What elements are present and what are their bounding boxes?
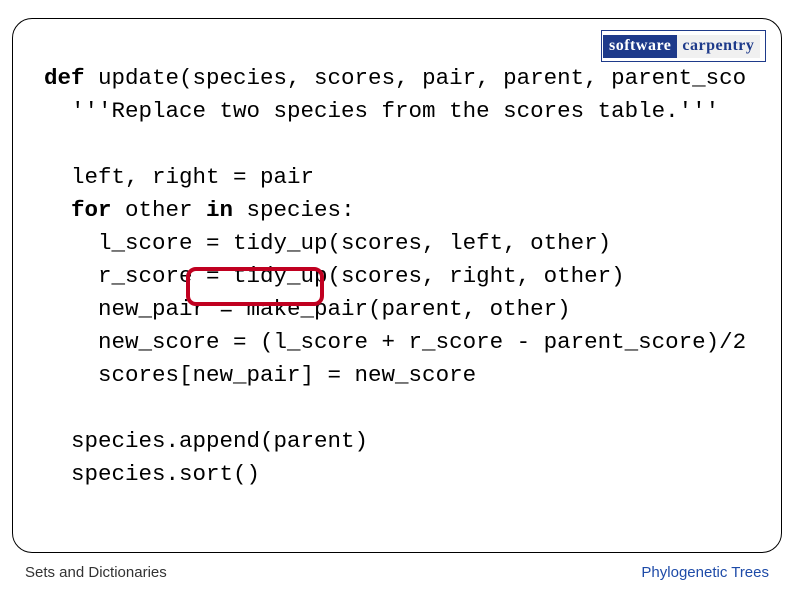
logo: software carpentry bbox=[601, 30, 766, 62]
code-line-1: update(species, scores, pair, parent, pa… bbox=[85, 65, 747, 91]
keyword-in: in bbox=[206, 197, 233, 223]
keyword-def: def bbox=[44, 65, 85, 91]
code-line-4-rest: species: bbox=[233, 197, 355, 223]
code-line-5: l_score = tidy_up(scores, left, other) bbox=[44, 230, 611, 256]
code-line-11: species.sort() bbox=[44, 461, 260, 487]
logo-right-text: carpentry bbox=[677, 35, 760, 58]
code-line-8: new_score = (l_score + r_score - parent_… bbox=[44, 329, 746, 355]
highlight-ring bbox=[186, 267, 324, 306]
code-line-9: scores[new_pair] = new_score bbox=[44, 362, 476, 388]
code-line-6: r_score = tidy_up(scores, right, other) bbox=[44, 263, 625, 289]
code-line-4-mid: other bbox=[112, 197, 207, 223]
footer-right: Phylogenetic Trees bbox=[641, 564, 769, 581]
code-line-3: left, right = pair bbox=[44, 164, 314, 190]
code-block: def update(species, scores, pair, parent… bbox=[44, 62, 746, 491]
code-line-10: species.append(parent) bbox=[44, 428, 368, 454]
footer-left: Sets and Dictionaries bbox=[25, 564, 167, 581]
code-line-2: '''Replace two species from the scores t… bbox=[44, 98, 719, 124]
slide-container: software carpentry def update(species, s… bbox=[0, 0, 794, 595]
logo-left-text: software bbox=[603, 35, 677, 58]
keyword-for: for bbox=[44, 197, 112, 223]
